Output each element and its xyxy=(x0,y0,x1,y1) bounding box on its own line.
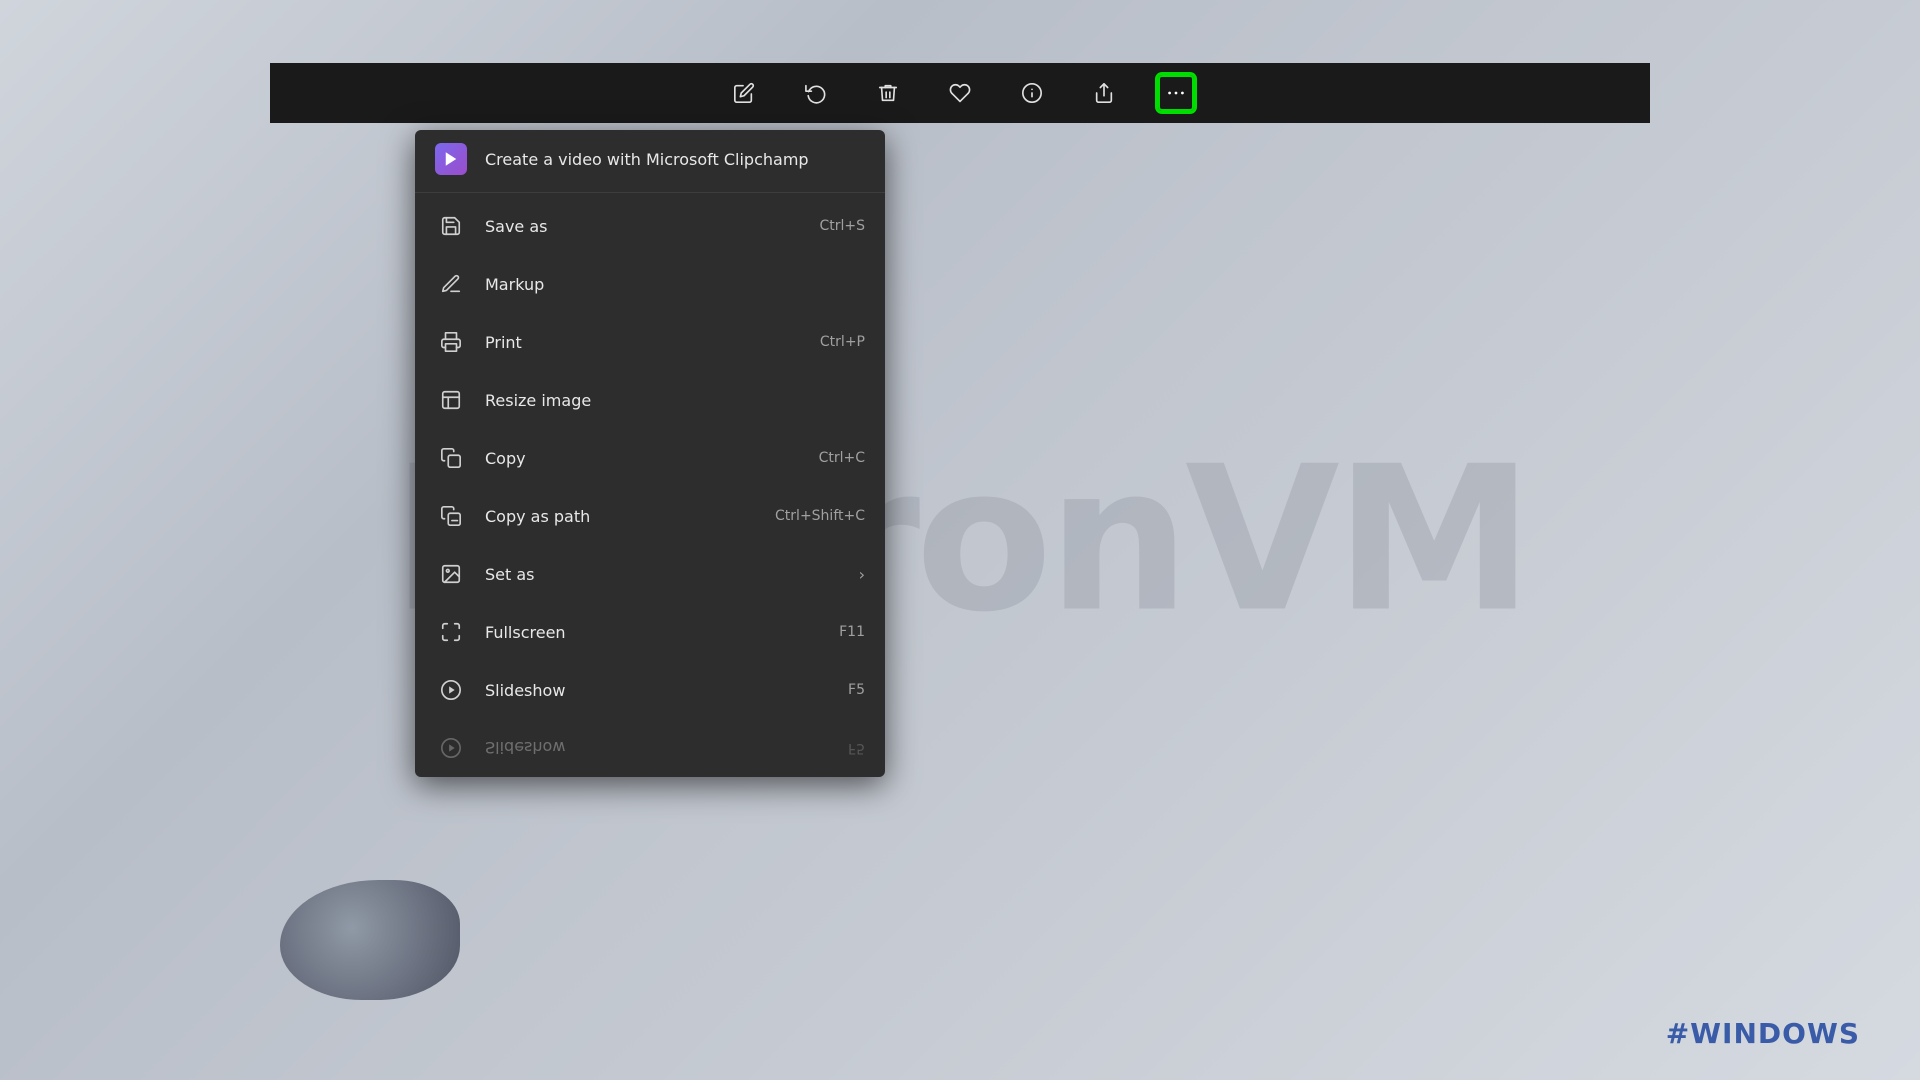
edit-icon[interactable] xyxy=(726,75,762,111)
slideshow-clipped-shortcut: F5 xyxy=(848,740,865,756)
copy-shortcut: Ctrl+C xyxy=(819,450,865,466)
set-as-label: Set as xyxy=(485,565,851,584)
create-video-label: Create a video with Microsoft Clipchamp xyxy=(485,150,865,169)
favorite-icon[interactable] xyxy=(942,75,978,111)
menu-item-create-video[interactable]: Create a video with Microsoft Clipchamp xyxy=(415,130,885,188)
rotate-icon[interactable] xyxy=(798,75,834,111)
copy-path-icon xyxy=(435,500,467,532)
menu-item-print[interactable]: Print Ctrl+P xyxy=(415,313,885,371)
divider-1 xyxy=(415,192,885,193)
menu-item-copy[interactable]: Copy Ctrl+C xyxy=(415,429,885,487)
slideshow-clipped-label: Slideshow xyxy=(485,739,848,758)
info-icon[interactable] xyxy=(1014,75,1050,111)
copy-label: Copy xyxy=(485,449,819,468)
windows-hashtag: #WINDOWS xyxy=(1666,1017,1860,1050)
menu-item-save-as[interactable]: Save as Ctrl+S xyxy=(415,197,885,255)
fullscreen-icon xyxy=(435,616,467,648)
save-as-label: Save as xyxy=(485,217,819,236)
resize-icon xyxy=(435,384,467,416)
markup-label: Markup xyxy=(485,275,865,294)
clipchamp-icon xyxy=(435,143,467,175)
menu-item-slideshow-clipped[interactable]: Slideshow F5 xyxy=(415,719,885,777)
menu-item-slideshow[interactable]: Slideshow F5 xyxy=(415,661,885,719)
copy-as-path-label: Copy as path xyxy=(485,507,775,526)
menu-item-resize[interactable]: Resize image xyxy=(415,371,885,429)
markup-icon xyxy=(435,268,467,300)
fullscreen-label: Fullscreen xyxy=(485,623,839,642)
slideshow-shortcut: F5 xyxy=(848,682,865,698)
toolbar xyxy=(270,63,1650,123)
fullscreen-shortcut: F11 xyxy=(839,624,865,640)
slideshow-icon xyxy=(435,674,467,706)
more-options-button[interactable] xyxy=(1158,75,1194,111)
copy-as-path-shortcut: Ctrl+Shift+C xyxy=(775,508,865,524)
print-icon xyxy=(435,326,467,358)
print-label: Print xyxy=(485,333,820,352)
delete-icon[interactable] xyxy=(870,75,906,111)
copy-icon xyxy=(435,442,467,474)
menu-item-fullscreen[interactable]: Fullscreen F11 xyxy=(415,603,885,661)
resize-label: Resize image xyxy=(485,391,865,410)
save-icon xyxy=(435,210,467,242)
save-as-shortcut: Ctrl+S xyxy=(819,218,865,234)
menu-item-set-as[interactable]: Set as › xyxy=(415,545,885,603)
menu-item-copy-as-path[interactable]: Copy as path Ctrl+Shift+C xyxy=(415,487,885,545)
print-shortcut: Ctrl+P xyxy=(820,334,865,350)
slideshow-label: Slideshow xyxy=(485,681,848,700)
context-menu: Create a video with Microsoft Clipchamp … xyxy=(415,130,885,777)
slideshow-clipped-icon xyxy=(435,732,467,764)
set-as-arrow: › xyxy=(859,565,865,584)
menu-item-markup[interactable]: Markup xyxy=(415,255,885,313)
share-icon[interactable] xyxy=(1086,75,1122,111)
set-as-icon xyxy=(435,558,467,590)
